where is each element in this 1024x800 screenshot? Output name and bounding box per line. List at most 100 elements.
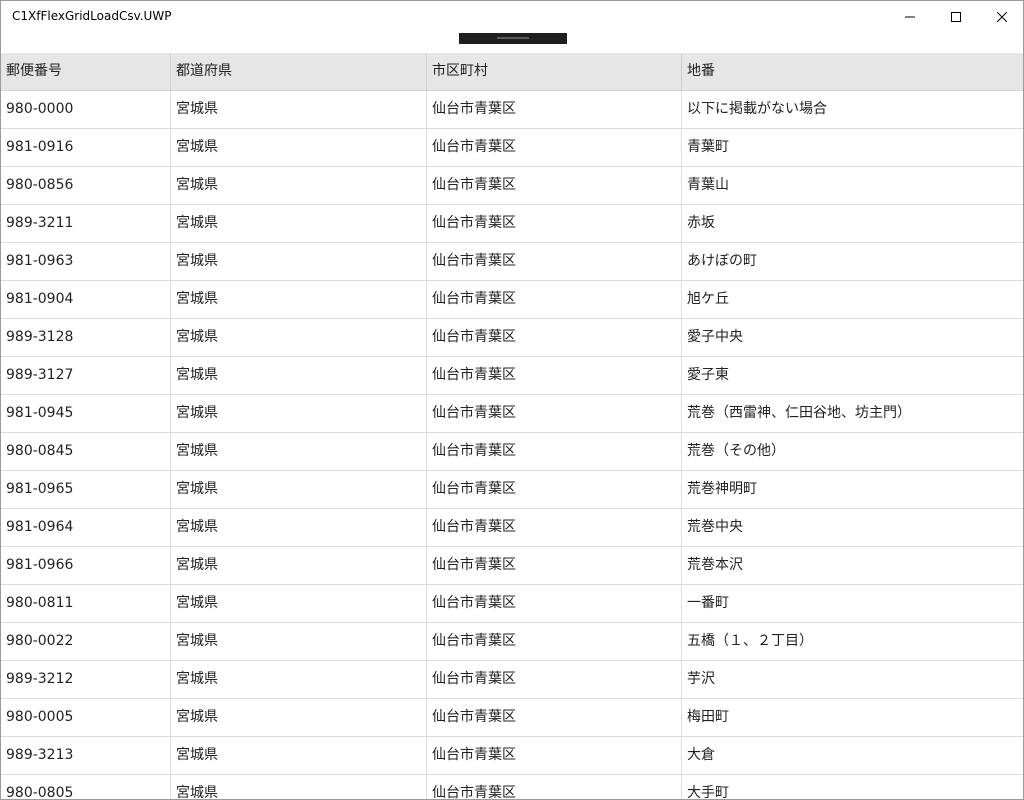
maximize-button[interactable]	[933, 1, 979, 33]
prefecture-cell[interactable]: 宮城県	[171, 319, 427, 356]
prefecture-cell[interactable]: 宮城県	[171, 699, 427, 736]
table-row[interactable]: 981-0945 宮城県 仙台市青葉区 荒巻（西雷神、仁田谷地、坊主門）	[1, 395, 1023, 433]
table-row[interactable]: 980-0022 宮城県 仙台市青葉区 五橋（１、２丁目）	[1, 623, 1023, 661]
prefecture-cell[interactable]: 宮城県	[171, 91, 427, 128]
postal-code-cell[interactable]: 980-0000	[1, 91, 171, 128]
city-cell[interactable]: 仙台市青葉区	[427, 433, 682, 470]
postal-code-cell[interactable]: 981-0964	[1, 509, 171, 546]
table-row[interactable]: 980-0811 宮城県 仙台市青葉区 一番町	[1, 585, 1023, 623]
prefecture-cell[interactable]: 宮城県	[171, 243, 427, 280]
postal-code-cell[interactable]: 981-0965	[1, 471, 171, 508]
table-row[interactable]: 981-0916 宮城県 仙台市青葉区 青葉町	[1, 129, 1023, 167]
close-button[interactable]	[979, 1, 1023, 33]
postal-code-cell[interactable]: 981-0904	[1, 281, 171, 318]
title-bar[interactable]: C1XfFlexGridLoadCsv.UWP	[1, 1, 1023, 33]
city-cell[interactable]: 仙台市青葉区	[427, 471, 682, 508]
table-row[interactable]: 981-0966 宮城県 仙台市青葉区 荒巻本沢	[1, 547, 1023, 585]
prefecture-cell[interactable]: 宮城県	[171, 623, 427, 660]
city-cell[interactable]: 仙台市青葉区	[427, 281, 682, 318]
table-row[interactable]: 981-0964 宮城県 仙台市青葉区 荒巻中央	[1, 509, 1023, 547]
prefecture-cell[interactable]: 宮城県	[171, 471, 427, 508]
prefecture-cell[interactable]: 宮城県	[171, 661, 427, 698]
table-row[interactable]: 989-3127 宮城県 仙台市青葉区 愛子東	[1, 357, 1023, 395]
address-cell[interactable]: 愛子東	[682, 357, 1023, 394]
address-cell[interactable]: 荒巻（その他）	[682, 433, 1023, 470]
city-cell[interactable]: 仙台市青葉区	[427, 547, 682, 584]
column-header-address[interactable]: 地番	[682, 53, 1023, 91]
table-row[interactable]: 989-3211 宮城県 仙台市青葉区 赤坂	[1, 205, 1023, 243]
minimize-button[interactable]	[887, 1, 933, 33]
address-cell[interactable]: 荒巻中央	[682, 509, 1023, 546]
prefecture-cell[interactable]: 宮城県	[171, 129, 427, 166]
prefecture-cell[interactable]: 宮城県	[171, 357, 427, 394]
address-cell[interactable]: 以下に掲載がない場合	[682, 91, 1023, 128]
postal-code-cell[interactable]: 980-0022	[1, 623, 171, 660]
prefecture-cell[interactable]: 宮城県	[171, 205, 427, 242]
city-cell[interactable]: 仙台市青葉区	[427, 167, 682, 204]
city-cell[interactable]: 仙台市青葉区	[427, 509, 682, 546]
city-cell[interactable]: 仙台市青葉区	[427, 623, 682, 660]
address-cell[interactable]: 大手町	[682, 775, 1023, 799]
table-row[interactable]: 989-3212 宮城県 仙台市青葉区 芋沢	[1, 661, 1023, 699]
address-cell[interactable]: 青葉町	[682, 129, 1023, 166]
table-row[interactable]: 989-3128 宮城県 仙台市青葉区 愛子中央	[1, 319, 1023, 357]
prefecture-cell[interactable]: 宮城県	[171, 395, 427, 432]
drag-handle[interactable]	[459, 33, 567, 44]
postal-code-cell[interactable]: 981-0945	[1, 395, 171, 432]
city-cell[interactable]: 仙台市青葉区	[427, 243, 682, 280]
prefecture-cell[interactable]: 宮城県	[171, 737, 427, 774]
table-row[interactable]: 980-0005 宮城県 仙台市青葉区 梅田町	[1, 699, 1023, 737]
prefecture-cell[interactable]: 宮城県	[171, 509, 427, 546]
table-row[interactable]: 980-0000 宮城県 仙台市青葉区 以下に掲載がない場合	[1, 91, 1023, 129]
city-cell[interactable]: 仙台市青葉区	[427, 699, 682, 736]
postal-code-cell[interactable]: 980-0005	[1, 699, 171, 736]
city-cell[interactable]: 仙台市青葉区	[427, 585, 682, 622]
city-cell[interactable]: 仙台市青葉区	[427, 129, 682, 166]
prefecture-cell[interactable]: 宮城県	[171, 281, 427, 318]
city-cell[interactable]: 仙台市青葉区	[427, 357, 682, 394]
city-cell[interactable]: 仙台市青葉区	[427, 91, 682, 128]
column-header-postal-code[interactable]: 郵便番号	[1, 53, 171, 91]
address-cell[interactable]: 荒巻本沢	[682, 547, 1023, 584]
postal-code-cell[interactable]: 981-0963	[1, 243, 171, 280]
table-row[interactable]: 980-0805 宮城県 仙台市青葉区 大手町	[1, 775, 1023, 799]
address-cell[interactable]: 青葉山	[682, 167, 1023, 204]
address-cell[interactable]: 梅田町	[682, 699, 1023, 736]
postal-code-cell[interactable]: 981-0916	[1, 129, 171, 166]
address-cell[interactable]: 愛子中央	[682, 319, 1023, 356]
postal-code-cell[interactable]: 989-3127	[1, 357, 171, 394]
table-row[interactable]: 980-0856 宮城県 仙台市青葉区 青葉山	[1, 167, 1023, 205]
address-cell[interactable]: あけぼの町	[682, 243, 1023, 280]
address-cell[interactable]: 一番町	[682, 585, 1023, 622]
city-cell[interactable]: 仙台市青葉区	[427, 775, 682, 799]
column-header-prefecture[interactable]: 都道府県	[171, 53, 427, 91]
city-cell[interactable]: 仙台市青葉区	[427, 205, 682, 242]
postal-code-cell[interactable]: 980-0811	[1, 585, 171, 622]
city-cell[interactable]: 仙台市青葉区	[427, 661, 682, 698]
address-cell[interactable]: 赤坂	[682, 205, 1023, 242]
address-cell[interactable]: 荒巻（西雷神、仁田谷地、坊主門）	[682, 395, 1023, 432]
postal-code-cell[interactable]: 980-0805	[1, 775, 171, 799]
address-cell[interactable]: 荒巻神明町	[682, 471, 1023, 508]
prefecture-cell[interactable]: 宮城県	[171, 167, 427, 204]
table-row[interactable]: 989-3213 宮城県 仙台市青葉区 大倉	[1, 737, 1023, 775]
flex-grid[interactable]: 郵便番号 都道府県 市区町村 地番 980-0000 宮城県 仙台市青葉区 以下に掲載…	[1, 53, 1023, 799]
prefecture-cell[interactable]: 宮城県	[171, 547, 427, 584]
city-cell[interactable]: 仙台市青葉区	[427, 737, 682, 774]
prefecture-cell[interactable]: 宮城県	[171, 585, 427, 622]
postal-code-cell[interactable]: 989-3213	[1, 737, 171, 774]
prefecture-cell[interactable]: 宮城県	[171, 775, 427, 799]
address-cell[interactable]: 芋沢	[682, 661, 1023, 698]
postal-code-cell[interactable]: 989-3212	[1, 661, 171, 698]
address-cell[interactable]: 五橋（１、２丁目）	[682, 623, 1023, 660]
city-cell[interactable]: 仙台市青葉区	[427, 319, 682, 356]
postal-code-cell[interactable]: 981-0966	[1, 547, 171, 584]
postal-code-cell[interactable]: 989-3211	[1, 205, 171, 242]
prefecture-cell[interactable]: 宮城県	[171, 433, 427, 470]
postal-code-cell[interactable]: 980-0845	[1, 433, 171, 470]
table-row[interactable]: 980-0845 宮城県 仙台市青葉区 荒巻（その他）	[1, 433, 1023, 471]
table-row[interactable]: 981-0963 宮城県 仙台市青葉区 あけぼの町	[1, 243, 1023, 281]
postal-code-cell[interactable]: 980-0856	[1, 167, 171, 204]
address-cell[interactable]: 旭ケ丘	[682, 281, 1023, 318]
address-cell[interactable]: 大倉	[682, 737, 1023, 774]
